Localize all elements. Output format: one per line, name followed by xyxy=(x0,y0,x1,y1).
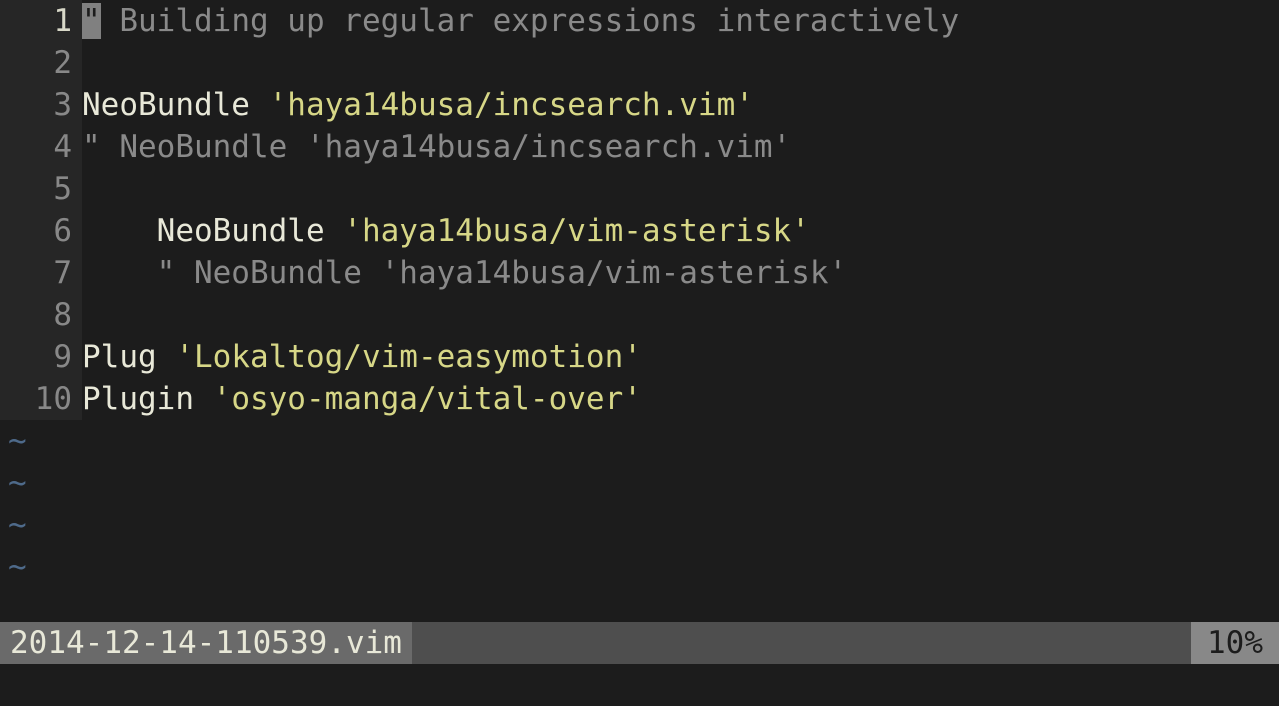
token-cursor: " xyxy=(82,3,101,39)
line-content[interactable]: Plugin 'osyo-manga/vital-over' xyxy=(82,378,642,420)
code-line[interactable]: 9Plug 'Lokaltog/vim-easymotion' xyxy=(0,336,1279,378)
token-keyword: NeoBundle xyxy=(82,213,343,249)
line-number: 9 xyxy=(0,336,82,378)
token-comment: " NeoBundle 'haya14busa/incsearch.vim' xyxy=(82,129,791,165)
token-keyword: Plugin xyxy=(82,381,213,417)
empty-line: ~ xyxy=(0,504,1279,546)
token-comment: Building up regular expressions interact… xyxy=(101,3,960,39)
code-line[interactable]: 6 NeoBundle 'haya14busa/vim-asterisk' xyxy=(0,210,1279,252)
code-line[interactable]: 2 xyxy=(0,42,1279,84)
vim-editor[interactable]: 1" Building up regular expressions inter… xyxy=(0,0,1279,706)
token-string: 'haya14busa/vim-asterisk' xyxy=(343,213,810,249)
tilde-icon: ~ xyxy=(0,546,82,588)
token-string: 'Lokaltog/vim-easymotion' xyxy=(175,339,642,375)
text-buffer[interactable]: 1" Building up regular expressions inter… xyxy=(0,0,1279,622)
line-number: 1 xyxy=(0,0,82,42)
empty-line: ~ xyxy=(0,546,1279,588)
line-number: 5 xyxy=(0,168,82,210)
token-comment: " NeoBundle 'haya14busa/vim-asterisk' xyxy=(82,255,847,291)
code-line[interactable]: 5 xyxy=(0,168,1279,210)
line-number: 2 xyxy=(0,42,82,84)
code-line[interactable]: 7 " NeoBundle 'haya14busa/vim-asterisk' xyxy=(0,252,1279,294)
status-line: 2014-12-14-110539.vim 10% xyxy=(0,622,1279,664)
status-percent: 10% xyxy=(1191,622,1279,664)
code-line[interactable]: 3NeoBundle 'haya14busa/incsearch.vim' xyxy=(0,84,1279,126)
tilde-icon: ~ xyxy=(0,462,82,504)
code-line[interactable]: 10Plugin 'osyo-manga/vital-over' xyxy=(0,378,1279,420)
tilde-icon: ~ xyxy=(0,504,82,546)
line-content[interactable]: " NeoBundle 'haya14busa/vim-asterisk' xyxy=(82,252,847,294)
line-number: 10 xyxy=(0,378,82,420)
line-content[interactable]: " NeoBundle 'haya14busa/incsearch.vim' xyxy=(82,126,791,168)
line-number: 7 xyxy=(0,252,82,294)
line-number: 3 xyxy=(0,84,82,126)
token-keyword: NeoBundle xyxy=(82,87,269,123)
code-line[interactable]: 4" NeoBundle 'haya14busa/incsearch.vim' xyxy=(0,126,1279,168)
status-filename: 2014-12-14-110539.vim xyxy=(0,622,412,664)
line-number: 8 xyxy=(0,294,82,336)
token-keyword: Plug xyxy=(82,339,175,375)
line-content[interactable]: NeoBundle 'haya14busa/incsearch.vim' xyxy=(82,84,754,126)
token-string: 'haya14busa/incsearch.vim' xyxy=(269,87,754,123)
token-string: 'osyo-manga/vital-over' xyxy=(213,381,642,417)
line-content[interactable]: " Building up regular expressions intera… xyxy=(82,0,959,42)
line-content[interactable]: Plug 'Lokaltog/vim-easymotion' xyxy=(82,336,642,378)
code-line[interactable]: 1" Building up regular expressions inter… xyxy=(0,0,1279,42)
line-content[interactable]: NeoBundle 'haya14busa/vim-asterisk' xyxy=(82,210,810,252)
status-spacer xyxy=(412,622,1191,664)
line-number: 4 xyxy=(0,126,82,168)
tilde-icon: ~ xyxy=(0,420,82,462)
empty-line: ~ xyxy=(0,462,1279,504)
command-line[interactable] xyxy=(0,664,1279,706)
empty-line: ~ xyxy=(0,420,1279,462)
line-number: 6 xyxy=(0,210,82,252)
code-line[interactable]: 8 xyxy=(0,294,1279,336)
